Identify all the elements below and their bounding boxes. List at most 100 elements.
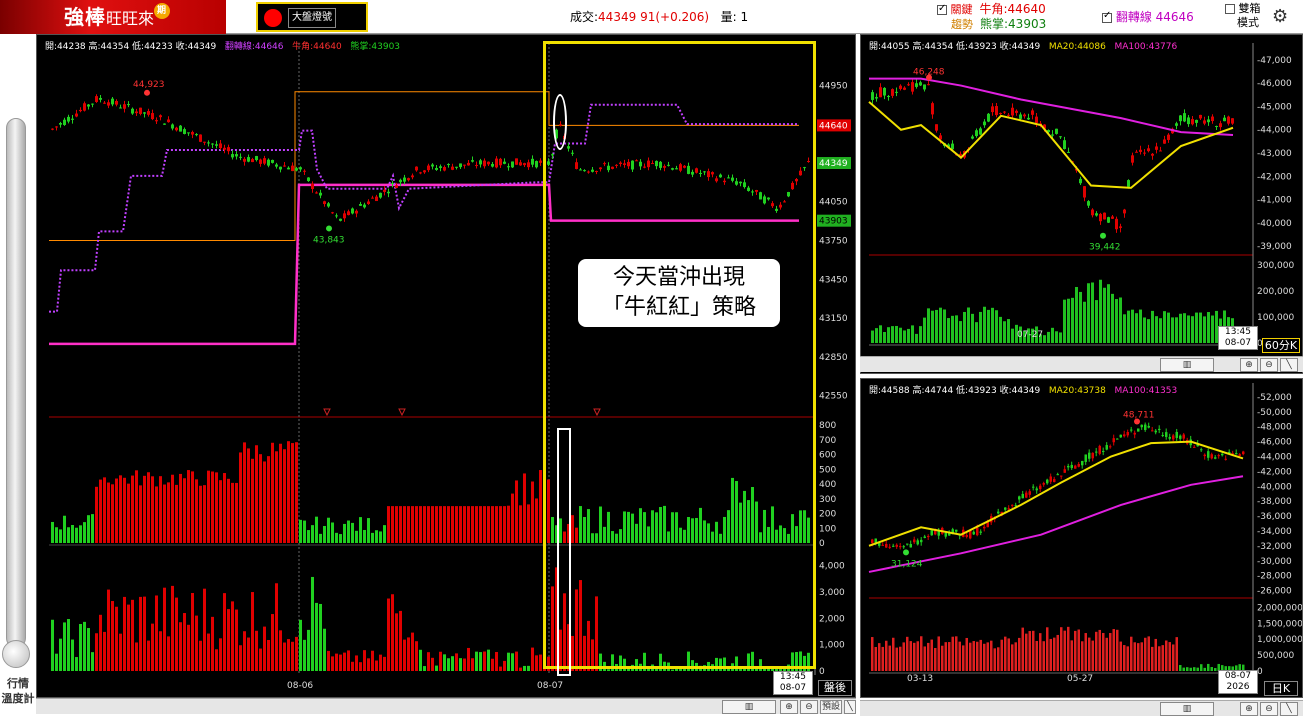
period-daily-button[interactable]: 日K (1264, 681, 1298, 696)
vol-bar (1211, 315, 1214, 343)
vol-bar (1025, 633, 1028, 671)
candle-body (159, 115, 162, 118)
qty-value: 1 (740, 10, 749, 24)
osc-bar (203, 485, 206, 543)
dual-box-toggle[interactable]: 雙箱 模式 (1225, 2, 1261, 30)
preset-button[interactable]: 預設 (820, 700, 842, 714)
vol-bar (1021, 627, 1024, 671)
price-tick-label: -32,000 (1257, 542, 1292, 552)
daily-scroll-thumb[interactable]: ▥ (1160, 702, 1214, 716)
vol-bar (1095, 631, 1098, 671)
candle-body (179, 125, 182, 132)
zoom-out-icon[interactable]: ⊖ (800, 700, 818, 714)
candle-body (1063, 140, 1066, 150)
vol-bar (471, 658, 474, 671)
vol-bar (1186, 667, 1189, 671)
vol-bar (1055, 331, 1058, 343)
dual-box-checkbox[interactable] (1225, 4, 1235, 14)
candle-body (1007, 508, 1010, 510)
osc-bar (447, 506, 450, 543)
scroll-thumb[interactable]: ▥ (722, 700, 776, 714)
candle-body (906, 543, 909, 545)
price-tick-label: -48,000 (1257, 423, 1292, 433)
daily-draw-icon[interactable]: ╲ (1280, 702, 1298, 716)
high-marker (144, 89, 150, 96)
vol-bar (431, 657, 434, 671)
candle-body (892, 545, 895, 547)
candle-body (379, 192, 382, 198)
hourly-scroll-thumb[interactable]: ▥ (1160, 358, 1214, 372)
gear-icon[interactable]: ⚙ (1272, 6, 1288, 27)
vol-bar (91, 652, 94, 671)
candle-body (871, 539, 874, 544)
key-trend-checkbox[interactable] (937, 2, 947, 16)
vol-bar (955, 636, 958, 671)
candle-body (1179, 115, 1182, 122)
key-trend-toggle[interactable]: 關鍵 牛角:44640 趨勢 熊掌:43903 (937, 2, 1046, 32)
candle-body (1168, 437, 1171, 439)
osc-bar (443, 506, 446, 543)
hourly-chart[interactable]: 開:44055 高:44354 低:43923 收:44349 MA20:440… (860, 34, 1303, 374)
candle-body (1116, 438, 1119, 440)
candle-body (87, 104, 90, 107)
vol-bar (159, 631, 162, 671)
vol-bar (1137, 643, 1140, 671)
vol-bar (916, 641, 919, 671)
vol-bar (155, 595, 158, 671)
vol-tick-label: 300,000 (1257, 261, 1294, 271)
vol-bar (1007, 638, 1010, 671)
osc-bar (459, 506, 462, 543)
period-60m-button[interactable]: 60分K (1262, 338, 1300, 353)
vol-bar (1171, 317, 1174, 343)
vol-bar (990, 640, 993, 671)
candle-body (99, 97, 102, 100)
zoom-in-icon[interactable]: ⊕ (780, 700, 798, 714)
candle-body (899, 546, 902, 548)
candle-body (879, 87, 882, 98)
main-scrollbar[interactable]: ▥ ⊕ ⊖ 預設 ╲ (36, 698, 856, 714)
vol-bar (1039, 633, 1042, 671)
candle-body (1165, 432, 1168, 437)
turn-line-toggle[interactable]: 翻轉線 44646 (1102, 8, 1194, 25)
vol-bar (1107, 284, 1110, 343)
daily-chart[interactable]: 開:44588 高:44744 低:43923 收:44349 MA20:437… (860, 378, 1303, 698)
vol-bar (927, 308, 930, 343)
candle-body (1195, 119, 1198, 123)
candle-body (1091, 209, 1094, 216)
hourly-zoom-in-icon[interactable]: ⊕ (1240, 358, 1258, 372)
candle-body (55, 126, 58, 128)
market-signal-button[interactable]: 大盤燈號 (256, 2, 368, 32)
high-label: 48,711 (1123, 410, 1155, 420)
daily-zoom-out-icon[interactable]: ⊖ (1260, 702, 1278, 716)
candle-body (339, 218, 342, 221)
vol-tick-label: 1,500,000 (1257, 619, 1302, 629)
osc-bar (511, 493, 514, 543)
vol-bar (975, 322, 978, 343)
candle-body (287, 167, 290, 170)
after-hours-button[interactable]: 盤後 (818, 680, 852, 696)
candle-body (447, 164, 450, 166)
hourly-scrollbar[interactable]: ▥ ⊕ ⊖ ╲ (860, 356, 1303, 372)
vol-bar (991, 307, 994, 343)
vol-bar (267, 639, 270, 671)
vol-bar (1116, 629, 1119, 671)
vol-bar (947, 318, 950, 343)
candle-body (1200, 449, 1203, 451)
candle-body (1135, 151, 1138, 153)
candle-body (891, 89, 894, 96)
vol-bar (219, 638, 222, 671)
vol-bar (147, 640, 150, 671)
vol-bar (963, 311, 966, 343)
candle-body (1035, 116, 1038, 123)
candle-body (1053, 478, 1056, 483)
turn-line-checkbox[interactable] (1102, 10, 1112, 23)
candle-body (443, 166, 446, 171)
hourly-zoom-out-icon[interactable]: ⊖ (1260, 358, 1278, 372)
vol-bar (1151, 646, 1154, 671)
candle-body (1031, 110, 1034, 115)
daily-zoom-in-icon[interactable]: ⊕ (1240, 702, 1258, 716)
daily-scrollbar[interactable]: ▥ ⊕ ⊖ ╲ (860, 700, 1303, 716)
candle-body (291, 165, 294, 172)
draw-line-icon[interactable]: ╲ (844, 700, 856, 714)
hourly-draw-icon[interactable]: ╲ (1280, 358, 1298, 372)
